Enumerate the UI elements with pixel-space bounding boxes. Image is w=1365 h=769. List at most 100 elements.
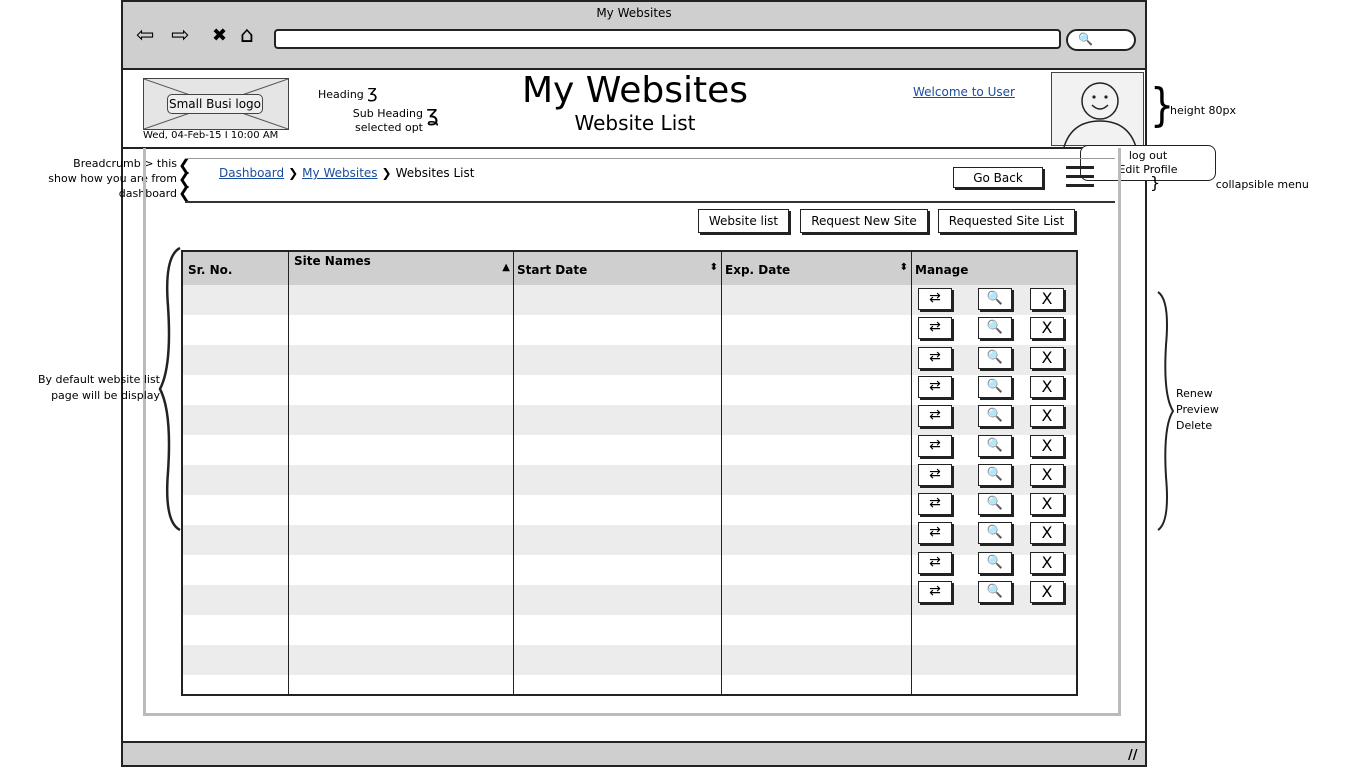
selected-opt-note-text: selected opt bbox=[355, 121, 423, 134]
preview-icon: 🔍 bbox=[986, 584, 1004, 599]
renew-button[interactable]: ⇄ bbox=[918, 493, 952, 516]
preview-button[interactable]: 🔍 bbox=[978, 463, 1012, 486]
column-label: Manage bbox=[915, 263, 969, 277]
delete-icon: X bbox=[1041, 523, 1053, 543]
delete-icon: X bbox=[1041, 494, 1053, 514]
current-datetime: Wed, 04-Feb-15 I 10:00 AM bbox=[143, 130, 279, 141]
resize-grip-icon[interactable]: // bbox=[1128, 748, 1138, 763]
renew-button[interactable]: ⇄ bbox=[918, 551, 952, 574]
preview-icon: 🔍 bbox=[986, 554, 1004, 570]
websites-table: Sr. No. Site Names ▲ Start Date ⬍ Exp. D… bbox=[181, 250, 1078, 696]
delete-icon: X bbox=[1041, 552, 1053, 572]
preview-button[interactable]: 🔍 bbox=[978, 405, 1012, 428]
squiggle-icon: ʒ bbox=[367, 82, 378, 103]
preview-button[interactable]: 🔍 bbox=[978, 434, 1012, 457]
sort-toggle-icon[interactable]: ⬍ bbox=[710, 262, 718, 273]
table-header: Sr. No. Site Names ▲ Start Date ⬍ Exp. D… bbox=[183, 252, 1076, 285]
column-label: Site Names bbox=[294, 254, 371, 268]
renew-icon: ⇄ bbox=[929, 290, 941, 306]
delete-icon: X bbox=[1041, 582, 1053, 601]
column-divider bbox=[911, 252, 912, 694]
renew-icon: ⇄ bbox=[929, 495, 941, 512]
logo-label: Small Busi logo bbox=[167, 94, 263, 114]
renew-icon: ⇄ bbox=[929, 465, 941, 482]
renew-button[interactable]: ⇄ bbox=[918, 522, 952, 545]
delete-button[interactable]: X bbox=[1030, 581, 1064, 603]
preview-button[interactable]: 🔍 bbox=[978, 288, 1012, 310]
renew-button[interactable]: ⇄ bbox=[918, 317, 952, 340]
browser-search-button[interactable]: 🔍 bbox=[1066, 29, 1136, 51]
delete-button[interactable]: X bbox=[1030, 405, 1064, 428]
renew-button[interactable]: ⇄ bbox=[918, 346, 952, 369]
column-header-site-names[interactable]: Site Names ▲ bbox=[289, 252, 514, 285]
collapsible-menu-annotation: } collapsible menu bbox=[1150, 173, 1309, 192]
delete-button[interactable]: X bbox=[1030, 434, 1064, 457]
preview-icon: 🔍 bbox=[986, 525, 1004, 541]
preview-button[interactable]: 🔍 bbox=[978, 551, 1012, 574]
home-icon[interactable]: ⌂ bbox=[240, 24, 254, 48]
column-label: Sr. No. bbox=[188, 263, 233, 277]
column-header-sr-no[interactable]: Sr. No. bbox=[183, 252, 289, 285]
column-divider bbox=[721, 252, 722, 694]
preview-button[interactable]: 🔍 bbox=[978, 581, 1012, 603]
delete-icon: X bbox=[1041, 435, 1053, 455]
renew-icon: ⇄ bbox=[929, 319, 941, 336]
website-list-button[interactable]: Website list bbox=[698, 209, 789, 233]
back-arrow-icon[interactable]: ⇦ bbox=[136, 24, 154, 48]
preview-button[interactable]: 🔍 bbox=[978, 375, 1012, 398]
renew-icon: ⇄ bbox=[929, 583, 941, 599]
delete-button[interactable]: X bbox=[1030, 551, 1064, 574]
renew-button[interactable]: ⇄ bbox=[918, 434, 952, 457]
column-header-exp-date[interactable]: Exp. Date ⬍ bbox=[722, 252, 912, 285]
preview-icon: 🔍 bbox=[986, 349, 1004, 365]
url-bar[interactable] bbox=[274, 29, 1061, 49]
subheading-annotation: Sub Heading selected opt bbox=[333, 107, 423, 135]
delete-button[interactable]: X bbox=[1030, 522, 1064, 545]
table-row bbox=[183, 615, 1076, 645]
renew-icon: ⇄ bbox=[929, 524, 941, 541]
delete-button[interactable]: X bbox=[1030, 317, 1064, 340]
heading-annotation: Heading ʒ bbox=[318, 84, 378, 102]
preview-icon: 🔍 bbox=[986, 408, 1004, 424]
request-new-site-button[interactable]: Request New Site bbox=[800, 209, 928, 233]
sort-ascending-icon[interactable]: ▲ bbox=[502, 262, 510, 273]
renew-button[interactable]: ⇄ bbox=[918, 581, 952, 603]
page-subtitle: Website List bbox=[574, 111, 696, 135]
column-label: Exp. Date bbox=[725, 263, 791, 277]
column-header-start-date[interactable]: Start Date ⬍ bbox=[514, 252, 722, 285]
preview-button[interactable]: 🔍 bbox=[978, 317, 1012, 340]
requested-site-list-button[interactable]: Requested Site List bbox=[938, 209, 1075, 233]
delete-button[interactable]: X bbox=[1030, 288, 1064, 310]
delete-icon: X bbox=[1041, 318, 1053, 338]
sort-toggle-icon[interactable]: ⬍ bbox=[900, 262, 908, 273]
preview-icon: 🔍 bbox=[986, 320, 1004, 336]
close-icon[interactable]: ✖ bbox=[212, 24, 227, 48]
preview-icon: 🔍 bbox=[986, 437, 1004, 453]
browser-status-bar bbox=[121, 741, 1147, 767]
forward-arrow-icon[interactable]: ⇨ bbox=[171, 24, 189, 48]
preview-button[interactable]: 🔍 bbox=[978, 522, 1012, 545]
collapsible-note-text: collapsible menu bbox=[1215, 178, 1309, 191]
renew-icon: ⇄ bbox=[929, 377, 941, 394]
delete-button[interactable]: X bbox=[1030, 463, 1064, 486]
delete-icon: X bbox=[1041, 464, 1053, 484]
heading-note-text: Heading bbox=[318, 88, 364, 101]
preview-button[interactable]: 🔍 bbox=[978, 346, 1012, 369]
delete-button[interactable]: X bbox=[1030, 375, 1064, 398]
delete-button[interactable]: X bbox=[1030, 346, 1064, 369]
preview-button[interactable]: 🔍 bbox=[978, 493, 1012, 516]
height-note-text: height 80px bbox=[1170, 104, 1237, 117]
renew-button[interactable]: ⇄ bbox=[918, 375, 952, 398]
renew-button[interactable]: ⇄ bbox=[918, 405, 952, 428]
welcome-user-link[interactable]: Welcome to User bbox=[913, 85, 1015, 99]
right-brace-icon bbox=[1157, 291, 1175, 531]
annotation-line: Delete bbox=[1176, 419, 1213, 432]
preview-icon: 🔍 bbox=[986, 378, 1004, 394]
renew-button[interactable]: ⇄ bbox=[918, 288, 952, 310]
renew-icon: ⇄ bbox=[929, 407, 941, 424]
annotation-line: Preview bbox=[1176, 403, 1219, 416]
avatar[interactable] bbox=[1051, 72, 1144, 147]
renew-icon: ⇄ bbox=[929, 553, 941, 570]
renew-button[interactable]: ⇄ bbox=[918, 463, 952, 486]
delete-button[interactable]: X bbox=[1030, 493, 1064, 516]
